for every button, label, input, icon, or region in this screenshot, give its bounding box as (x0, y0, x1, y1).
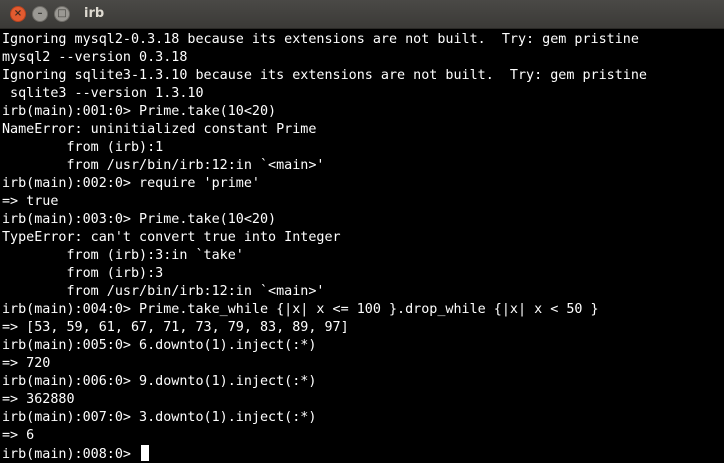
terminal-line: irb(main):003:0> Prime.take(10<20) (2, 212, 277, 227)
text-cursor (141, 445, 150, 461)
minimize-button[interactable]: – (32, 6, 48, 22)
terminal-line: irb(main):002:0> require 'prime' (2, 176, 260, 191)
terminal-line: => 6 (2, 428, 35, 443)
terminal-line: Ignoring mysql2-0.3.18 because its exten… (2, 32, 639, 47)
terminal-line: from (irb):3 (2, 266, 164, 281)
terminal-line: => true (2, 194, 59, 209)
terminal-line: from /usr/bin/irb:12:in `<main>' (2, 284, 325, 299)
terminal-line: irb(main):004:0> Prime.take_while {|x| x… (2, 302, 599, 317)
close-button[interactable]: × (10, 6, 26, 22)
terminal-line: Ignoring sqlite3-1.3.10 because its exte… (2, 68, 647, 83)
terminal-window: × – □ irb Ignoring mysql2-0.3.18 because… (0, 0, 724, 463)
terminal-line: irb(main):006:0> 9.downto(1).inject(:*) (2, 374, 317, 389)
terminal-output[interactable]: Ignoring mysql2-0.3.18 because its exten… (0, 29, 724, 463)
close-icon: × (13, 8, 23, 19)
terminal-line: mysql2 --version 0.3.18 (2, 50, 188, 65)
terminal-line: sqlite3 --version 1.3.10 (2, 86, 204, 101)
terminal-line: from /usr/bin/irb:12:in `<main>' (2, 158, 325, 173)
minimize-icon: – (37, 8, 43, 19)
terminal-line: irb(main):005:0> 6.downto(1).inject(:*) (2, 338, 317, 353)
terminal-line: => 720 (2, 356, 51, 371)
title-bar[interactable]: × – □ irb (0, 0, 724, 29)
window-controls: × – □ (10, 6, 70, 22)
terminal-line: NameError: uninitialized constant Prime (2, 122, 317, 137)
prompt-text: irb(main):008:0> (2, 447, 140, 462)
window-title: irb (84, 6, 105, 21)
terminal-line: irb(main):001:0> Prime.take(10<20) (2, 104, 277, 119)
terminal-line: irb(main):007:0> 3.downto(1).inject(:*) (2, 410, 317, 425)
maximize-button[interactable]: □ (54, 6, 70, 22)
maximize-icon: □ (57, 8, 67, 19)
prompt-line[interactable]: irb(main):008:0> (2, 445, 724, 463)
terminal-line: => 362880 (2, 392, 75, 407)
terminal-line: => [53, 59, 61, 67, 71, 73, 79, 83, 89, … (2, 320, 349, 335)
terminal-line: TypeError: can't convert true into Integ… (2, 230, 341, 245)
terminal-line: from (irb):1 (2, 140, 164, 155)
terminal-line: from (irb):3:in `take' (2, 248, 244, 263)
